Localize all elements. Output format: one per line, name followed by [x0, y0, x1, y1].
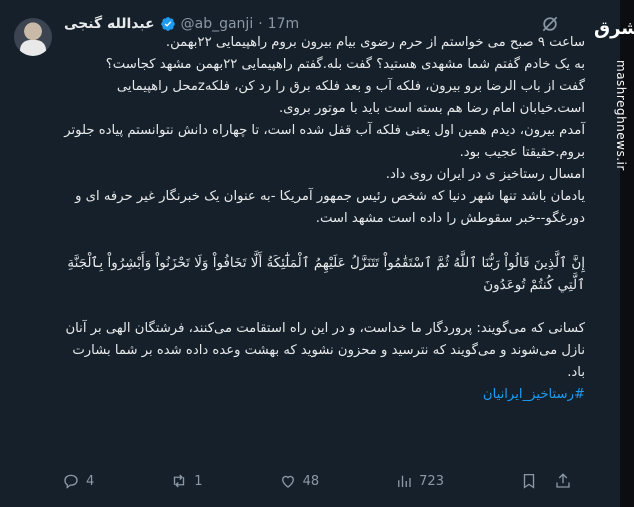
retweet-count: 1 [194, 473, 203, 489]
line-break [62, 230, 585, 252]
views-chart-icon [398, 475, 411, 487]
author-avatar[interactable] [14, 18, 52, 56]
heart-icon [281, 475, 294, 488]
tweet-line: گفت از باب الرضا برو بیرون، فلکه آب و بع… [116, 79, 585, 116]
tweet-line: به یک خادم گفتم شما مشهدی هستید؟ گفت بله… [105, 57, 585, 72]
retweet-button[interactable]: 1 [170, 472, 203, 490]
translation-text: کسانی که می‌گویند: پروردگار ما خداست، و … [65, 321, 585, 380]
retweet-icon [174, 474, 185, 488]
share-icon[interactable] [554, 472, 572, 490]
verified-badge-icon [160, 17, 175, 31]
tweet-actions: 4 1 48 723 [62, 470, 572, 492]
tweet-line: یادمان باشد تنها شهر دنیا که شخص رئیس جم… [75, 189, 585, 226]
reply-icon [64, 474, 78, 489]
reply-button[interactable]: 4 [62, 472, 94, 490]
views-button[interactable]: 723 [395, 472, 444, 490]
quran-verse: إِنَّ ٱلَّذِينَ قَالُواْ رَبُّنَا ٱللَّه… [67, 255, 585, 293]
tweet-line: ساعت ۹ صبح می خواستم از حرم رضوی بیام بی… [165, 35, 585, 50]
bookmark-icon[interactable] [520, 472, 538, 490]
tweet-line: آمدم بیرون، دیدم همین اول یعنی فلکه آب ق… [64, 123, 585, 160]
like-count: 48 [302, 473, 320, 489]
author-handle[interactable]: @ab_ganji [181, 16, 254, 32]
tweet-text: ساعت ۹ صبح می خواستم از حرم رضوی بیام بی… [62, 32, 585, 406]
tweet-line: امسال رستاخیز ی در ایران روی داد. [385, 167, 585, 182]
author-display-name[interactable]: عبدالله گنجی [64, 16, 155, 32]
action-group-right [520, 472, 572, 490]
reply-count: 4 [86, 473, 95, 489]
tweet-timestamp[interactable]: 17m [268, 16, 299, 32]
author-row: عبدالله گنجی @ab_ganji · 17m [64, 14, 299, 34]
views-count: 723 [419, 473, 444, 489]
hashtag-link[interactable]: #رستاخیز_ایرانیان [483, 387, 585, 402]
line-break [62, 296, 585, 318]
verse-translation: کسانی که می‌گویند: پروردگار ما خداست، و … [62, 318, 585, 384]
page-edge [620, 0, 634, 507]
tweet-card: عبدالله گنجی @ab_ganji · 17m ساعت ۹ صبح … [0, 0, 621, 507]
separator-dot: · [258, 16, 263, 32]
like-button[interactable]: 48 [279, 472, 320, 490]
grok-icon[interactable] [540, 14, 560, 34]
